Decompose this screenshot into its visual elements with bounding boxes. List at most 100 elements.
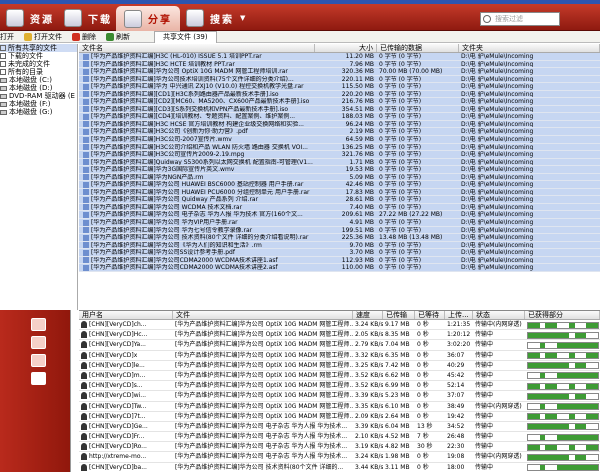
tree-item[interactable]: 下载的文件	[0, 52, 77, 60]
file-row[interactable]: [华为产品维护资料汇编]华为公司技术培训资料(75个文件详细的分类介绍)... 2…	[79, 75, 600, 84]
file-cell-text: 0 字节 (0 字节)	[379, 136, 422, 143]
file-row[interactable]: [华为产品维护资料汇编]华为公司 HUAWEI BSC6000 基站控制器 用户…	[79, 181, 600, 189]
upload-cell: 40:29	[445, 361, 473, 370]
tree-item[interactable]: 所有的目录	[0, 68, 77, 76]
tab-resources[interactable]: 资源	[6, 6, 54, 30]
tree-item[interactable]: 所有共享的文件	[0, 44, 77, 52]
upload-row[interactable]: [CHN][VeryCD]7t... [华为产品维护资料汇编]华为公司 OptiX…	[79, 412, 600, 422]
col-waited[interactable]: 已等待	[415, 311, 445, 319]
file-row[interactable]: [华为产品维护资料汇编][CD1][H3C系列路由器产品最新技术手册].iso 2…	[79, 90, 600, 99]
file-row[interactable]: [华为产品维护资料汇编]华为公司 WCDMA 技术文档.rar 7.40 MB 0 …	[79, 203, 600, 212]
upload-cell-text: [CHN][VeryCD]x	[89, 351, 138, 359]
upload-row[interactable]: [CHN][VeryCD]Ro... [华为产品维护资料汇编]华为公司 电子杂志 …	[79, 442, 600, 453]
upload-row[interactable]: [CHN][VeryCD]Tw... [华为产品维护资料汇编]华为公司 OptiX…	[79, 402, 600, 412]
file-row[interactable]: [华为产品维护资料汇编][CD2][MC60、MA5200、CX600产品最新技…	[79, 98, 600, 106]
upload-cell-text: 37:07	[447, 392, 465, 400]
upload-row[interactable]: [CHN][VeryCD]s... [华为产品维护资料汇编]华为公司 OptiX …	[79, 381, 600, 392]
file-cell-text: 7.96 MB	[349, 60, 374, 68]
tab-share[interactable]: 分享	[116, 6, 180, 31]
col-username[interactable]: 用户名	[79, 311, 173, 319]
upload-row[interactable]: [CHN][VeryCD]wi... [华为产品维护资料汇编]华为公司 OptiX…	[79, 391, 600, 402]
open-button[interactable]: 打开	[0, 32, 14, 42]
upload-cell: 0 秒	[415, 412, 445, 421]
upload-row[interactable]: [CHN][VeryCD]x [华为产品维护资料汇编]华为公司 OptiX 10G…	[79, 351, 600, 361]
upload-arrow-icon[interactable]	[31, 372, 46, 385]
file-row[interactable]: [华为产品维护资料汇编]H3C公司宣传片2009-2.19.mpg 321.76 …	[79, 151, 600, 159]
tree-item[interactable]: DVD-RAM 驱动器 (E	[0, 92, 77, 100]
upload-list-icon[interactable]	[31, 318, 46, 331]
file-row[interactable]: [华为产品维护资料汇编]华为公司 华为VIP用户手册.rar 4.91 MB 0 字…	[79, 219, 600, 227]
upload-row[interactable]: [CHN][VeryCD]Hc... [华为产品维护资料汇编]华为公司 OptiX…	[79, 330, 600, 341]
side-scroll-strip	[70, 310, 79, 472]
file-cell-text: 0 字节 (0 字节)	[379, 241, 422, 249]
tree-item[interactable]: 未完成的文件	[0, 60, 77, 68]
tree-item[interactable]: 本地磁盘 (C:)	[0, 76, 77, 84]
part-segment	[592, 383, 598, 389]
col-filename[interactable]: 文件名	[79, 44, 315, 52]
search-filter-input[interactable]: 搜索过滤	[480, 12, 560, 26]
file-row[interactable]: [华为产品维护资料汇编]华为公司SS设计参考手册.pdf 3.70 MB 0 字节 …	[79, 249, 600, 257]
file-row[interactable]: [华为产品维护资料汇编]H3C (HL-010) ISSUE 5.1 培训PPT…	[79, 53, 600, 61]
upload-cell-text: 0 秒	[417, 453, 429, 461]
col-uploaded[interactable]: 已传输	[383, 311, 415, 319]
file-row[interactable]: [华为产品维护资料汇编]H3C公司《创新为你·助力营》.pdf 2.19 MB 0 …	[79, 128, 600, 137]
tab-download[interactable]: 下载	[64, 6, 112, 30]
file-row[interactable]: [华为产品维护资料汇编]华为公司 HUAWEI PCU6000 分组控制单元 用…	[79, 188, 600, 197]
file-row[interactable]: [华为产品维护资料汇编]华为公司 电子杂志 华为人报 华为技术 官方(160个文…	[79, 211, 600, 220]
col-parts[interactable]: 已获得部分	[525, 311, 600, 319]
col-size[interactable]: 大小	[315, 44, 377, 52]
file-row[interactable]: [华为产品维护资料汇编]华为公司CDMA2000 WCDMA技术讲座1.asf 1…	[79, 256, 600, 265]
upload-row[interactable]: [CHN][VeryCD]Fr... [华为产品维护资料汇编]华为公司 电子杂志 …	[79, 432, 600, 443]
upload-row[interactable]: [CHN][VeryCD]Ya... [华为产品维护资料汇编]华为公司 OptiX…	[79, 340, 600, 351]
file-cell: 220.11 MB	[315, 76, 377, 83]
tree-item[interactable]: 本地磁盘 (G:)	[0, 108, 77, 116]
col-file[interactable]: 文件	[173, 311, 353, 319]
file-row[interactable]: [华为产品维护资料汇编]Quidway S5300系列以太网交换机 配置指南-可…	[79, 158, 600, 167]
upload-row[interactable]: [CHN][VeryCD]Ge... [华为产品维护资料汇编]华为公司 电子杂志 …	[79, 422, 600, 433]
upload-cell: 传输中(内网穿透)	[473, 320, 525, 329]
file-row[interactable]: [华为产品维护资料汇编]H3C HCTE 培训教材 PPT.rar 7.96 MB…	[79, 60, 600, 69]
file-row[interactable]: [华为产品维护资料汇编]华为NGN产品.rm 5.09 MB 0 字节 (0 字节)…	[79, 173, 600, 182]
upload-cell: [CHN][VeryCD]m...	[79, 371, 173, 380]
tree-item[interactable]: 本地磁盘 (D:)	[0, 84, 77, 92]
file-row[interactable]: [华为产品维护资料汇编]H3C公司介绍和产品 WLAN 防火墙 路由器 交换机 …	[79, 143, 600, 152]
file-row[interactable]: [华为产品维护资料汇编]华为公司 华为七号信令教学录像.rar 199.51 MB…	[79, 226, 600, 235]
refresh-button[interactable]: 刷新	[106, 32, 130, 42]
file-row[interactable]: [华为产品维护资料汇编][CD4][培训教材、专题资料、配置案例、维护案例...…	[79, 113, 600, 121]
file-icon	[83, 106, 89, 113]
file-row[interactable]: [华为产品维护资料汇编]华为公司《华为人们的知识和生活》.rm 9.70 MB 0 …	[79, 241, 600, 250]
delete-button[interactable]: 删除	[72, 32, 96, 42]
upload-row[interactable]: [CHN][VeryCD]ba... [华为产品维护资料汇编]华为公司 技术资料(…	[79, 463, 600, 472]
upload-row[interactable]: [CHN][VeryCD]le... [华为产品维护资料汇编]华为公司 OptiX…	[79, 361, 600, 371]
file-row[interactable]: [华为产品维护资料汇编]华为3G国际宣传片英文.wmv 19.53 MB 0 字节 …	[79, 166, 600, 174]
upload-row[interactable]: http://xtreme-mo... [华为产品维护资料汇编]华为公司 电子杂志…	[79, 452, 600, 463]
upload-cell: 22:30	[445, 442, 473, 451]
tree-item[interactable]: 本地磁盘 (F:)	[0, 100, 77, 108]
upload-row[interactable]: [CHN][VeryCD]m... [华为产品维护资料汇编]华为公司 OptiX …	[79, 371, 600, 382]
file-row[interactable]: [华为产品维护资料汇编]H3C公司-2007宣传片.wmv 64.59 MB 0 字…	[79, 136, 600, 144]
col-transferred[interactable]: 已传输的数据	[377, 44, 459, 52]
upload-row[interactable]: [CHN][VeryCD]ch... [华为产品维护资料汇编]华为公司 OptiX…	[79, 320, 600, 331]
upload-cell: 传输中	[473, 432, 525, 441]
chat-icon[interactable]	[31, 336, 46, 349]
file-row[interactable]: [华为产品维护资料汇编]华为公司 技术资料(80个文件 详细的分类介绍看说明).…	[79, 234, 600, 242]
shared-files-tab[interactable]: 共享文件 (39)	[154, 31, 217, 43]
upload-cell-text: 2.09 KB/s	[355, 412, 383, 420]
file-row[interactable]: [华为产品维护资料汇编][CD3][S系列交换机和VPN产品最新技术手册].is…	[79, 105, 600, 114]
file-row[interactable]: [华为产品维护资料汇编]H3C HCSE 官方培训教材 构建企业级交换网络和实验…	[79, 120, 600, 129]
open-folder-button[interactable]: 打开文件	[24, 32, 62, 42]
col-speed[interactable]: 速度	[353, 311, 383, 319]
col-folder[interactable]: 文件夹	[459, 44, 600, 52]
user-icon	[81, 351, 87, 359]
user-icon	[81, 463, 87, 471]
file-row[interactable]: [华为产品维护资料汇编]华为 中兴通讯 ZXJ10 (V10.0) 程控交换机教…	[79, 83, 600, 91]
upload-cell: 2.05 KB/s	[353, 330, 383, 339]
file-row[interactable]: [华为产品维护资料汇编]华为公司 Quidway 产品系列 介绍.rar 28.6…	[79, 196, 600, 204]
col-upload-time[interactable]: 上传...	[445, 311, 473, 319]
tab-search[interactable]: 搜索 ▼	[186, 6, 247, 30]
log-icon[interactable]	[31, 354, 46, 367]
user-icon	[81, 361, 87, 369]
col-status[interactable]: 状态	[473, 311, 525, 319]
file-row[interactable]: [华为产品维护资料汇编]华为公司 OptiX 10G MADM 网管工程师培训.…	[79, 68, 600, 76]
file-row[interactable]: [华为产品维护资料汇编]华为公司CDMA2000 WCDMA技术讲座2.asf 1…	[79, 264, 600, 272]
